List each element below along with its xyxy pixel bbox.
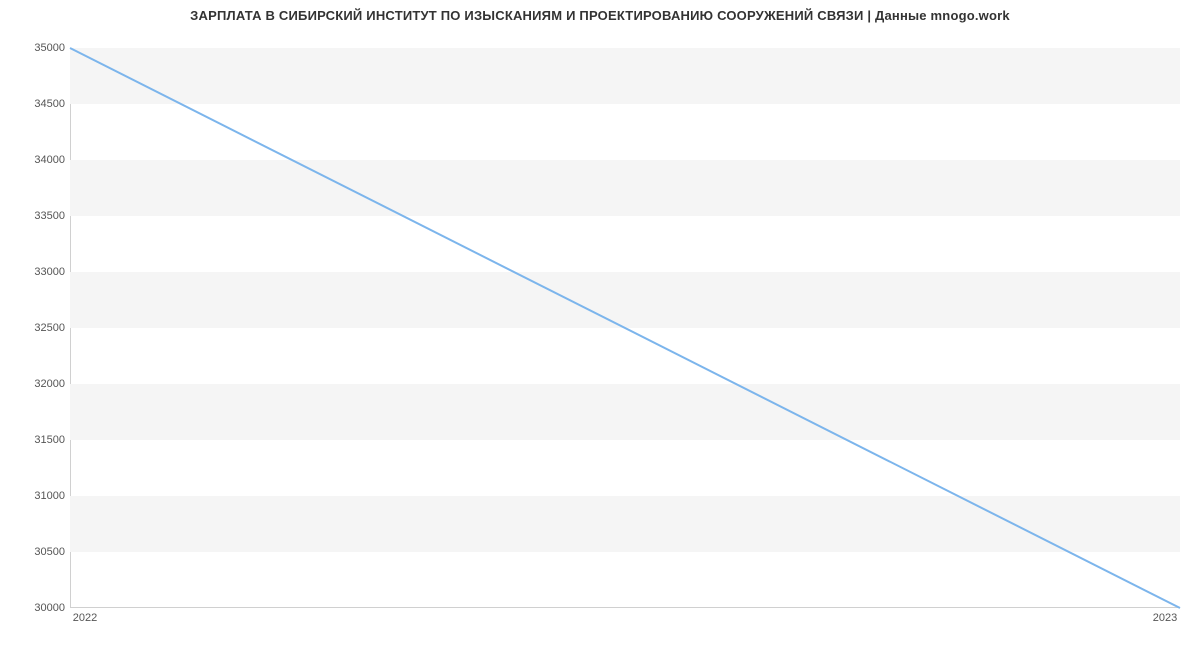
y-tick-label: 30000 <box>5 602 65 614</box>
y-tick-label: 32000 <box>5 378 65 390</box>
y-tick-label: 34500 <box>5 98 65 110</box>
x-tick-label: 2023 <box>1153 612 1177 624</box>
y-tick-label: 31000 <box>5 490 65 502</box>
y-tick-label: 32500 <box>5 322 65 334</box>
chart-title: ЗАРПЛАТА В СИБИРСКИЙ ИНСТИТУТ ПО ИЗЫСКАН… <box>0 8 1200 23</box>
y-tick-label: 30500 <box>5 546 65 558</box>
y-tick-label: 35000 <box>5 42 65 54</box>
y-tick-label: 31500 <box>5 434 65 446</box>
y-tick-label: 33500 <box>5 210 65 222</box>
data-series-line <box>70 48 1180 608</box>
y-tick-label: 34000 <box>5 154 65 166</box>
y-tick-label: 33000 <box>5 266 65 278</box>
x-tick-label: 2022 <box>73 612 97 624</box>
chart-line-svg <box>70 48 1180 608</box>
